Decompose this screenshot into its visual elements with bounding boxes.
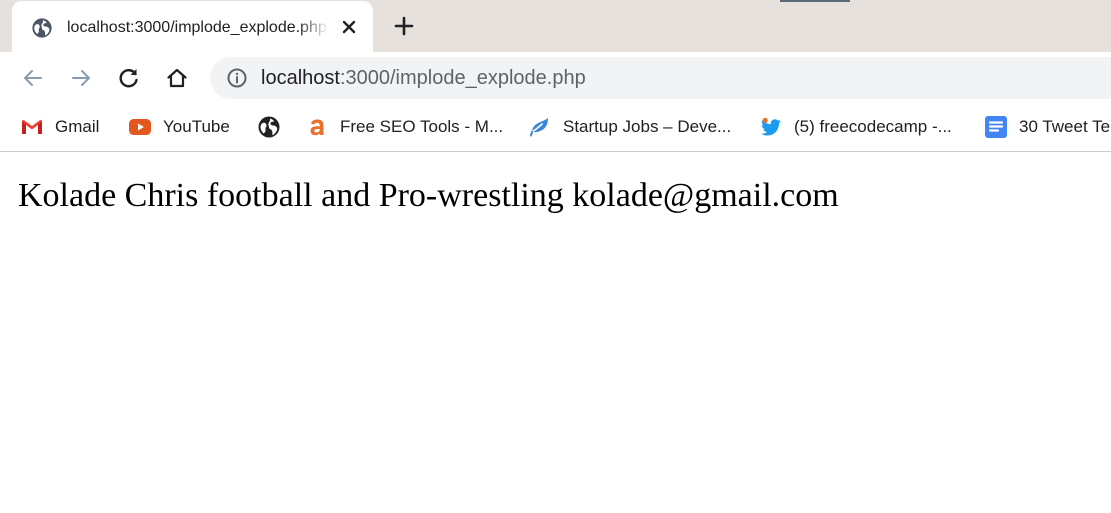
bookmark-free-seo-tools[interactable]: Free SEO Tools - M... (305, 115, 503, 139)
bookmark-startup-jobs[interactable]: Startup Jobs – Deve... (528, 115, 731, 139)
address-bar[interactable]: localhost:3000/implode_explode.php (210, 57, 1111, 99)
bookmark-label: Free SEO Tools - M... (340, 117, 504, 136)
bookmark-label: 30 Tweet Te (1019, 117, 1111, 136)
home-icon[interactable] (164, 65, 190, 91)
tab-strip: localhost:3000/implode_explode.php (0, 0, 1111, 52)
url-path: :3000/implode_explode.php (339, 67, 586, 89)
bookmark-label: Gmail (55, 117, 100, 136)
bookmark-label: YouTube (163, 117, 230, 136)
bookmark-label: (5) freecodecamp -... (794, 117, 952, 136)
bookmarks-bar: Gmail YouTube Free SEO Tools - M... Star… (0, 104, 1111, 152)
browser-toolbar: localhost:3000/implode_explode.php (0, 52, 1111, 104)
startup-jobs-icon (530, 118, 548, 137)
tab-strip-accent (780, 0, 850, 2)
bookmark-youtube[interactable]: YouTube (128, 115, 230, 139)
bookmark-label: Startup Jobs – Deve... (563, 117, 732, 136)
bookmark-gmail[interactable]: Gmail (20, 115, 99, 139)
reload-icon[interactable] (116, 65, 142, 91)
bookmark-globe[interactable] (257, 115, 281, 139)
globe-icon (258, 116, 280, 138)
plus-icon[interactable] (392, 14, 416, 38)
bookmark-30-tweet[interactable]: 30 Tweet Te (984, 115, 1110, 139)
bookmark-freecodecamp[interactable]: (5) freecodecamp -... (759, 115, 952, 139)
arrow-right-icon[interactable] (68, 65, 94, 91)
page-content: Kolade Chris football and Pro-wrestling … (0, 153, 1111, 513)
twitter-icon (761, 117, 781, 136)
tab-active[interactable]: localhost:3000/implode_explode.php (12, 1, 373, 52)
document-icon (985, 116, 1007, 138)
php-output-text: Kolade Chris football and Pro-wrestling … (18, 177, 839, 214)
youtube-icon (129, 119, 151, 135)
info-icon[interactable] (226, 67, 248, 89)
arrow-left-icon[interactable] (20, 65, 46, 91)
seo-tools-icon (310, 119, 324, 136)
close-icon[interactable] (337, 15, 361, 39)
url-text[interactable]: localhost:3000/implode_explode.php (261, 66, 586, 90)
tab-title: localhost:3000/implode_explode.php (67, 19, 327, 36)
url-host: localhost (261, 67, 340, 89)
globe-icon (32, 18, 52, 38)
gmail-icon (22, 119, 42, 134)
